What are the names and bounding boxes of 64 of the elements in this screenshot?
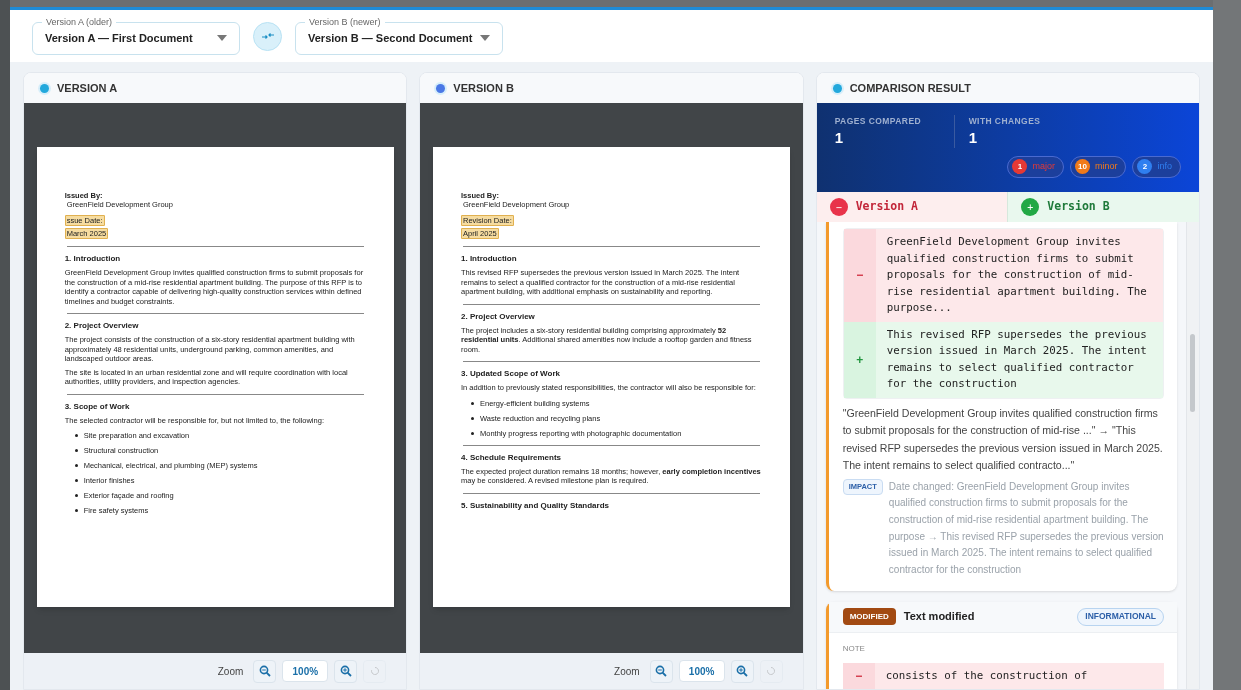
document-heading: 5. Sustainability and Quality Standards	[461, 500, 611, 511]
added-text: This revised RFP supersedes the previous version issued in March 2025. The intent remains to select qualified contractor for the construction	[885, 326, 1148, 392]
zoom-value: 100%	[678, 660, 725, 682]
bullet-icon	[471, 431, 474, 435]
version-header: − Version A	[816, 192, 1008, 222]
minus-icon: −	[829, 198, 848, 216]
note-label: NOTE	[842, 642, 866, 655]
stat-value: 1	[968, 127, 978, 148]
bullet-icon	[74, 464, 78, 467]
diff-sign: +	[856, 351, 864, 369]
panel-title: VERSION B	[453, 80, 514, 96]
swap-icon	[261, 32, 274, 40]
zoom-in-button[interactable]	[730, 659, 754, 683]
bullet-icon	[74, 479, 78, 482]
badge-count: 1	[1012, 159, 1028, 175]
document-heading: 2. Project Overview	[64, 321, 140, 331]
badge-count: 10	[1074, 159, 1090, 175]
diff-sign: −	[855, 667, 863, 685]
bullet-icon	[471, 401, 474, 405]
zoom-label: Zoom	[614, 664, 640, 679]
severity-badge: 10 minor	[1069, 155, 1127, 178]
zoom-out-button[interactable]	[253, 659, 277, 683]
change-summary: "GreenField Development Group invites qualified construction firms to submit proposals for the construction of mid-rise ..." → "This revised RFP supersedes the previous version issued in March 2025. The intent remains to select qualified contracto..."	[842, 405, 1164, 473]
document-heading: 2. Project Overview	[461, 311, 536, 322]
document-heading: 1. Introduction	[64, 254, 122, 264]
reset-icon	[766, 666, 777, 676]
reset-icon	[369, 666, 380, 676]
bullet-icon	[74, 494, 78, 497]
severity-badge: 1 major	[1007, 155, 1064, 178]
stat-label: PAGES COMPARED	[834, 115, 923, 128]
change-type-tag: MODIFIED	[842, 608, 896, 626]
bullet-icon	[74, 449, 78, 452]
zoom-out-icon	[655, 665, 668, 677]
zoom-in-button[interactable]	[334, 659, 358, 683]
document-heading: 4. Schedule Requirements	[461, 452, 562, 463]
caret-icon	[217, 35, 227, 41]
stat-label: WITH CHANGES	[968, 115, 1041, 128]
panel-title: VERSION A	[57, 80, 118, 96]
bullet-icon	[74, 434, 78, 437]
zoom-in-icon	[339, 665, 352, 677]
version-header: + Version B	[1007, 192, 1199, 222]
zoom-out-button[interactable]	[649, 659, 673, 683]
change-title: Text modified	[903, 609, 975, 625]
stat-value: 1	[834, 127, 844, 148]
severity-badge: 2 info	[1132, 155, 1181, 178]
document-heading: 1. Introduction	[461, 254, 518, 264]
document-heading: 3. Updated Scope of Work	[461, 369, 561, 379]
zoom-label: Zoom	[217, 664, 244, 679]
bullet-icon	[471, 416, 474, 420]
plus-icon: +	[1021, 198, 1040, 216]
badge-count: 2	[1137, 159, 1153, 175]
removed-text: consists of the construction of	[884, 667, 1089, 684]
bullet-icon	[74, 509, 78, 512]
diff-sign: −	[856, 267, 864, 285]
document-heading: 3. Scope of Work	[64, 401, 131, 412]
scrollbar-thumb[interactable]	[1190, 334, 1196, 412]
severity-tag: INFORMATIONAL	[1077, 607, 1164, 626]
zoom-value: 100%	[282, 660, 329, 682]
caret-icon	[480, 35, 490, 41]
zoom-out-icon	[258, 665, 271, 677]
panel-title: COMPARISON RESULT	[849, 80, 971, 96]
impact-text: Date changed: GreenField Development Group invites qualified construction firms to submit proposals for the construction of mid-rise residential apartment building. The purpose → This revised RFP supersedes the previous version issued in March 2025. The intent remains to select qualified contractor for the construction	[888, 479, 1164, 577]
zoom-in-icon	[736, 665, 749, 677]
removed-text: GreenField Development Group invites qualified construction firms to submit proposals for the construction of mid-rise residential apartment building. The purpose...	[885, 234, 1148, 316]
